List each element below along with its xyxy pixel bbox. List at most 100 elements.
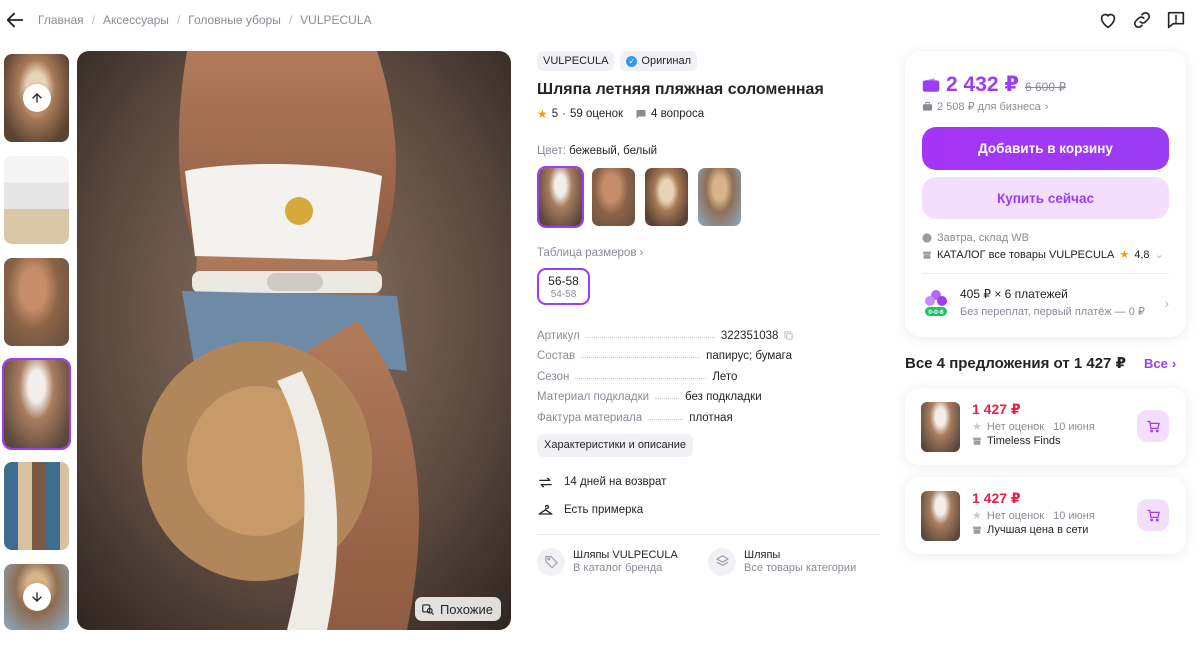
offer-rating: Нет оценок: [986, 509, 1045, 522]
store-icon: [972, 437, 982, 445]
link-icon[interactable]: [1131, 9, 1153, 31]
report-icon[interactable]: [1165, 9, 1187, 31]
similar-button[interactable]: Похожие: [414, 597, 501, 621]
spec-value: без подкладки: [685, 391, 762, 403]
color-swatch[interactable]: [643, 166, 690, 228]
scroll-down-button[interactable]: [22, 583, 51, 611]
business-price-link[interactable]: 2 508 ₽ для бизнеса ›: [922, 100, 1048, 113]
buy-now-button[interactable]: Купить сейчас: [922, 177, 1169, 219]
offer-price: 1 427 ₽: [972, 401, 1021, 417]
breadcrumb-item[interactable]: Главная: [38, 13, 84, 27]
breadcrumb-item[interactable]: Головные уборы: [188, 13, 281, 27]
thumbnail[interactable]: [2, 256, 71, 348]
copy-icon[interactable]: [783, 330, 794, 341]
category-link-sub: Все товары категории: [744, 562, 857, 574]
business-price: 2 508 ₽ для бизнеса: [937, 101, 1041, 113]
brand-catalog-link[interactable]: Шляпы VULPECULA В каталог бренда: [537, 547, 708, 576]
installment-link[interactable]: 0-0-6 405 ₽ × 6 платежей Без переплат, п…: [922, 287, 1169, 318]
offer-image: [921, 402, 960, 452]
breadcrumb-item[interactable]: VULPECULA: [300, 13, 371, 27]
category-link-title: Шляпы: [744, 549, 781, 561]
color-line: Цвет: бежевый, белый: [537, 145, 882, 157]
seller-link[interactable]: КАТАЛОГ все товары VULPECULA ★ 4,8 ⌄: [922, 248, 1164, 261]
original-badge: ✓ Оригинал: [620, 51, 698, 71]
offers-all-link[interactable]: Все ›: [1144, 356, 1176, 371]
size-main: 56-58: [548, 273, 579, 288]
chevron-down-icon: ⌄: [1154, 249, 1164, 261]
tag-icon: [537, 547, 565, 576]
thumbnail-selected[interactable]: [2, 358, 71, 450]
color-label: Цвет:: [537, 145, 566, 157]
installment-title: 405 ₽ × 6 платежей: [960, 287, 1068, 301]
spec-value: Лето: [712, 370, 738, 383]
offer-card[interactable]: 1 427 ₽ ★ Нет оценок 10 июня Timeless Find…: [905, 388, 1186, 465]
spec-value: плотная: [689, 411, 733, 424]
add-to-cart-button[interactable]: Добавить в корзину: [922, 127, 1169, 170]
spec-row: Фактура материала плотная: [537, 403, 882, 424]
questions-count: 4 вопроса: [651, 108, 705, 120]
store-icon: [922, 251, 932, 259]
photo-illustration: [77, 51, 511, 630]
star-icon: ★: [972, 421, 982, 433]
offer-seller: Timeless Finds: [987, 435, 1061, 447]
color-swatch[interactable]: [590, 166, 637, 228]
back-arrow-icon[interactable]: [4, 9, 26, 31]
scroll-up-button[interactable]: [22, 84, 51, 112]
cart-icon: [1146, 509, 1160, 521]
cart-icon: [1146, 420, 1160, 432]
spec-value: папирус; бумага: [706, 350, 792, 362]
heart-icon[interactable]: [1097, 9, 1119, 31]
main-product-photo[interactable]: Похожие: [77, 51, 511, 630]
offer-add-to-cart-button[interactable]: [1137, 410, 1169, 442]
brand-badge[interactable]: VULPECULA: [537, 51, 615, 71]
size-option-selected[interactable]: 56-58 54-58: [537, 268, 590, 305]
seller-rating: 4,8: [1134, 248, 1150, 261]
spec-row: Материал подкладки без подкладки: [537, 383, 882, 403]
price: 2 432 ₽: [946, 73, 1019, 96]
hanger-icon: [538, 504, 553, 515]
store-icon: [972, 526, 982, 534]
spec-row: Артикул 322351038: [537, 321, 882, 342]
delivery-info: Завтра, склад WB: [922, 232, 1029, 244]
breadcrumb-item[interactable]: Аксессуары: [103, 13, 169, 27]
thumbnail[interactable]: [2, 52, 71, 144]
color-swatch-selected[interactable]: [537, 166, 584, 228]
fitting-label: Есть примерка: [564, 504, 644, 516]
thumbnail[interactable]: [2, 460, 71, 552]
delivery-label: Завтра, склад WB: [937, 232, 1029, 244]
brand-name: VULPECULA: [543, 55, 609, 67]
offer-add-to-cart-button[interactable]: [1137, 499, 1169, 531]
product-title: Шляпа летняя пляжная соломенная: [537, 81, 824, 98]
chevron-right-icon: ›: [639, 247, 644, 259]
offer-price: 1 427 ₽: [972, 490, 1021, 506]
question-icon: [636, 110, 646, 119]
return-label: 14 дней на возврат: [564, 476, 667, 488]
category-link[interactable]: Шляпы Все товары категории: [708, 547, 879, 576]
rating-row[interactable]: ★ 5 · 59 оценок 4 вопроса: [537, 107, 882, 121]
spec-row: Сезон Лето: [537, 362, 882, 383]
size-sub: 54-58: [550, 288, 577, 300]
divider: [537, 533, 880, 535]
similar-search-icon: [422, 604, 434, 615]
breadcrumb: Главная / Аксессуары / Головные уборы / VUL…: [38, 13, 372, 27]
size-table-label: Таблица размеров: [537, 247, 637, 259]
color-swatch[interactable]: [696, 166, 743, 228]
spec-key: Артикул: [537, 329, 580, 342]
rating-value: 5: [551, 108, 559, 120]
thumbnail[interactable]: [2, 154, 71, 246]
verified-icon: ✓: [626, 55, 638, 67]
reviews-count: 59 оценок: [570, 108, 624, 120]
specs-table: Артикул 322351038 Состав папирус; бумага С…: [537, 321, 882, 424]
questions-link[interactable]: 4 вопроса: [635, 108, 704, 120]
thumbnail[interactable]: [2, 562, 71, 632]
return-policy: 14 дней на возврат: [537, 474, 882, 491]
size-table-link[interactable]: Таблица размеров ›: [537, 247, 882, 259]
star-icon: ★: [972, 510, 982, 522]
arrow-up-icon: [31, 93, 42, 103]
characteristics-button[interactable]: Характеристики и описание: [537, 433, 693, 457]
offer-card[interactable]: 1 427 ₽ ★ Нет оценок 10 июня Лучшая цена в…: [905, 477, 1186, 554]
spec-key: Фактура материала: [537, 411, 643, 424]
offer-date: 10 июня: [1053, 509, 1095, 522]
star-icon: ★: [1119, 249, 1130, 261]
original-label: Оригинал: [641, 55, 692, 67]
